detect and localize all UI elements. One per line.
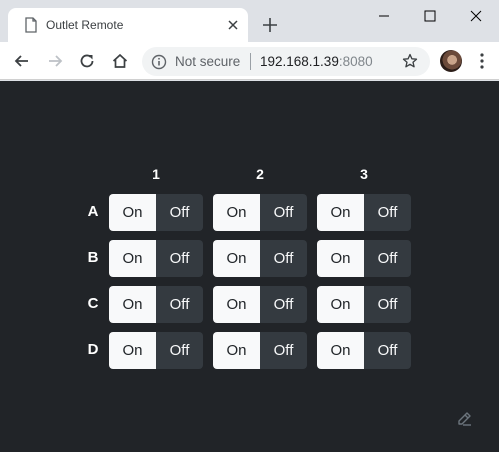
browser-toolbar: Not secure 192.168.1.39:8080: [0, 42, 499, 80]
outlet-b1-off-button[interactable]: Off: [156, 240, 203, 277]
outlet-b2-toggle-group: On Off: [213, 240, 307, 277]
tab-title: Outlet Remote: [46, 18, 124, 32]
row-header-b: B: [87, 249, 99, 266]
close-icon[interactable]: [226, 18, 240, 32]
avatar[interactable]: [440, 50, 462, 72]
address-bar[interactable]: Not secure 192.168.1.39:8080: [142, 47, 430, 76]
outlet-c1-off-button[interactable]: Off: [156, 286, 203, 323]
plus-icon[interactable]: [262, 17, 278, 33]
outlet-d3-off-button[interactable]: Off: [364, 332, 411, 369]
outlet-c3-on-button[interactable]: On: [317, 286, 364, 323]
outlet-d1-on-button[interactable]: On: [109, 332, 156, 369]
outlet-c2-off-button[interactable]: Off: [260, 286, 307, 323]
outlet-d2-toggle-group: On Off: [213, 332, 307, 369]
outlet-a2-off-button[interactable]: Off: [260, 194, 307, 231]
outlet-c3-off-button[interactable]: Off: [364, 286, 411, 323]
url-host: 192.168.1.39: [260, 54, 339, 69]
outlet-d3-on-button[interactable]: On: [317, 332, 364, 369]
column-header-1: 1: [152, 166, 160, 182]
outlet-a1-off-button[interactable]: Off: [156, 194, 203, 231]
kebab-menu-icon[interactable]: [478, 52, 486, 70]
row-header-d: D: [87, 341, 99, 358]
column-header-2: 2: [256, 166, 264, 182]
info-icon[interactable]: [151, 54, 167, 70]
window-close-icon[interactable]: [466, 6, 486, 26]
outlet-b2-off-button[interactable]: Off: [260, 240, 307, 277]
outlet-c2-on-button[interactable]: On: [213, 286, 260, 323]
home-icon[interactable]: [110, 51, 130, 71]
outlet-c1-toggle-group: On Off: [109, 286, 203, 323]
outlet-c2-toggle-group: On Off: [213, 286, 307, 323]
outlet-a3-toggle-group: On Off: [317, 194, 411, 231]
outlet-a3-off-button[interactable]: Off: [364, 194, 411, 231]
outlet-d1-toggle-group: On Off: [109, 332, 203, 369]
column-header-3: 3: [360, 166, 368, 182]
url-text[interactable]: 192.168.1.39:8080: [260, 54, 373, 69]
outlet-d2-off-button[interactable]: Off: [260, 332, 307, 369]
minimize-icon[interactable]: [374, 6, 394, 26]
outlet-a2-on-button[interactable]: On: [213, 194, 260, 231]
page-icon: [25, 17, 37, 33]
outlet-c1-on-button[interactable]: On: [109, 286, 156, 323]
pencil-icon[interactable]: [455, 409, 475, 429]
outlet-c3-toggle-group: On Off: [317, 286, 411, 323]
row-header-c: C: [87, 295, 99, 312]
outlet-d3-toggle-group: On Off: [317, 332, 411, 369]
maximize-icon[interactable]: [420, 6, 440, 26]
outlet-d2-on-button[interactable]: On: [213, 332, 260, 369]
url-port: :8080: [338, 54, 373, 69]
url-separator: [250, 53, 251, 70]
outlet-a2-toggle-group: On Off: [213, 194, 307, 231]
outlet-b3-on-button[interactable]: On: [317, 240, 364, 277]
arrow-left-icon[interactable]: [12, 51, 32, 71]
outlet-a1-toggle-group: On Off: [109, 194, 203, 231]
outlet-d1-off-button[interactable]: Off: [156, 332, 203, 369]
browser-tab[interactable]: Outlet Remote: [8, 8, 248, 42]
star-icon[interactable]: [402, 53, 418, 69]
outlet-a1-on-button[interactable]: On: [109, 194, 156, 231]
page-content: 1 2 3 A On Off On Off On Off B On Off On Off On Off C On Of…: [0, 81, 499, 452]
arrow-right-icon[interactable]: [45, 51, 65, 71]
outlet-a3-on-button[interactable]: On: [317, 194, 364, 231]
security-label: Not secure: [175, 54, 241, 69]
title-bar: Outlet Remote: [0, 0, 499, 42]
outlet-b1-toggle-group: On Off: [109, 240, 203, 277]
outlet-b2-on-button[interactable]: On: [213, 240, 260, 277]
outlet-b1-on-button[interactable]: On: [109, 240, 156, 277]
outlet-b3-toggle-group: On Off: [317, 240, 411, 277]
reload-icon[interactable]: [77, 51, 97, 71]
outlet-b3-off-button[interactable]: Off: [364, 240, 411, 277]
row-header-a: A: [87, 203, 99, 220]
